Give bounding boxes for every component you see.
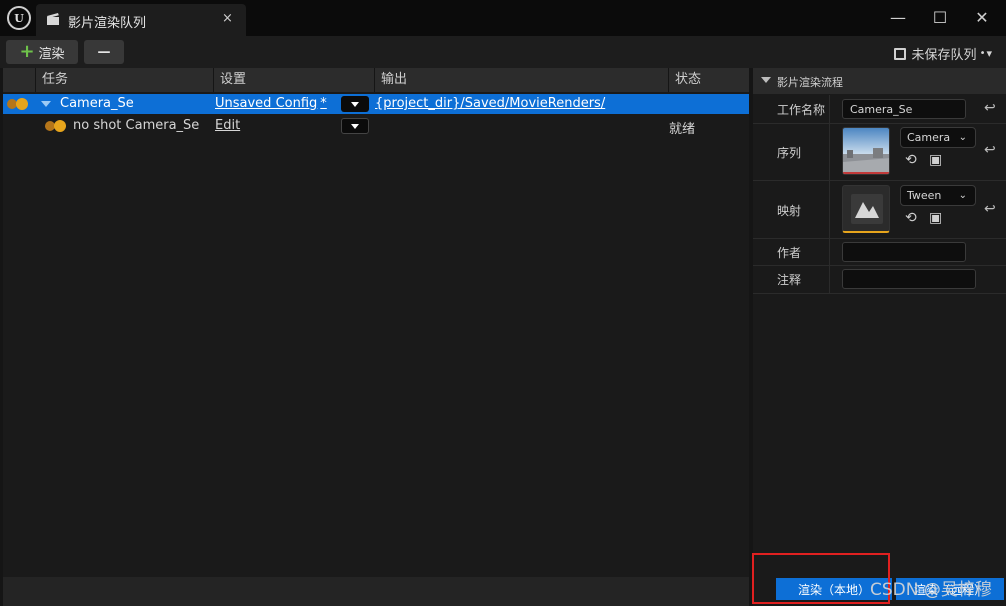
document-tab[interactable]: 影片渲染队列 × xyxy=(36,4,246,36)
close-tab-icon[interactable]: × xyxy=(222,11,233,26)
config-link[interactable]: Unsaved Config * xyxy=(215,96,327,111)
job-list-panel: 任务 设置 输出 状态 Camera_Se Unsaved Config * {p… xyxy=(3,68,749,577)
divider xyxy=(753,293,1006,294)
watermark: CSDN @吴梓穆 xyxy=(870,580,992,600)
sequence-picker[interactable]: Camera ⌄ xyxy=(900,127,976,148)
pipeline-title: 影片渲染流程 xyxy=(777,76,843,89)
toolbar: + 渲染 — 未保存队列 • ▾ xyxy=(0,36,1006,68)
author-field[interactable] xyxy=(842,242,966,262)
table-row-job[interactable]: Camera_Se Unsaved Config * {project_dir}/… xyxy=(3,94,749,114)
job-name-label: 工作名称 xyxy=(777,103,826,117)
search-asset-icon[interactable]: ▣ xyxy=(929,152,942,168)
pipeline-panel: 影片渲染流程 工作名称 Camera_Se ↩ 序列 Camera ⌄ ⟲ ▣ … xyxy=(753,68,1006,606)
add-render-button[interactable]: + 渲染 xyxy=(6,40,78,64)
reset-arrow-icon[interactable]: ↩ xyxy=(984,100,996,116)
column-header-job[interactable]: 任务 xyxy=(35,68,213,92)
remove-job-button[interactable]: — xyxy=(84,40,124,64)
job-name-field[interactable]: Camera_Se xyxy=(842,99,966,119)
plus-icon: + xyxy=(19,41,35,62)
unreal-logo-icon: U xyxy=(7,6,31,30)
shot-config-dropdown[interactable] xyxy=(341,118,369,134)
collapse-triangle-icon[interactable] xyxy=(41,101,51,107)
queue-status: 未保存队列 xyxy=(911,48,977,63)
close-window-button[interactable]: ✕ xyxy=(962,4,1002,30)
status-text: 就绪 xyxy=(669,122,696,137)
divider xyxy=(829,95,830,293)
output-path-link[interactable]: {project_dir}/Saved/MovieRenders/ xyxy=(375,96,605,111)
chevron-down-icon: ⌄ xyxy=(958,190,967,201)
mapping-label: 映射 xyxy=(777,204,802,218)
divider xyxy=(753,123,1006,124)
add-render-label: 渲染 xyxy=(38,46,65,62)
comment-label: 注释 xyxy=(777,273,802,287)
collapse-triangle-icon[interactable] xyxy=(761,77,771,83)
table-row-shot[interactable]: no shot Camera_Se Edit 就绪 xyxy=(3,116,749,137)
maximize-button[interactable]: ☐ xyxy=(920,4,960,30)
mapping-picker[interactable]: Tween ⌄ xyxy=(900,185,976,206)
enable-toggle[interactable] xyxy=(7,98,29,110)
level-preview-image xyxy=(843,128,889,174)
divider xyxy=(753,180,1006,181)
search-asset-icon[interactable]: ▣ xyxy=(929,210,942,226)
column-header-output[interactable]: 输出 xyxy=(374,68,668,92)
edit-link[interactable]: Edit xyxy=(215,118,240,133)
config-dropdown[interactable] xyxy=(341,96,369,112)
column-header-settings[interactable]: 设置 xyxy=(213,68,374,92)
column-header-status[interactable]: 状态 xyxy=(668,68,749,92)
chevron-down-icon: ⌄ xyxy=(958,132,967,143)
clapperboard-icon xyxy=(47,13,59,25)
author-label: 作者 xyxy=(777,246,802,260)
comment-field[interactable] xyxy=(842,269,976,289)
mapping-value: Tween xyxy=(907,189,942,202)
pipeline-header[interactable]: 影片渲染流程 xyxy=(753,68,1006,94)
sequence-label: 序列 xyxy=(777,146,802,160)
divider xyxy=(753,265,1006,266)
reset-arrow-icon[interactable]: ↩ xyxy=(984,142,996,158)
title-bar: U 影片渲染队列 × — ☐ ✕ xyxy=(0,0,1006,36)
chevron-down-icon xyxy=(351,101,359,107)
reset-arrow-icon[interactable]: ↩ xyxy=(984,201,996,217)
sequence-value: Camera xyxy=(907,131,951,144)
tab-title: 影片渲染队列 xyxy=(68,16,147,31)
job-list-footer xyxy=(3,577,749,606)
chevron-down-icon: ▾ xyxy=(986,47,992,60)
table-header: 任务 设置 输出 状态 xyxy=(3,68,749,92)
shot-name: no shot Camera_Se xyxy=(73,118,200,133)
browse-icon[interactable]: ⟲ xyxy=(905,210,917,226)
job-name: Camera_Se xyxy=(60,96,134,111)
mapping-thumbnail[interactable] xyxy=(842,185,890,233)
chevron-down-icon xyxy=(351,123,359,129)
save-icon xyxy=(893,47,906,60)
dirty-dot: • xyxy=(979,48,986,59)
enable-toggle[interactable] xyxy=(45,120,67,132)
divider xyxy=(753,238,1006,239)
sequence-thumbnail[interactable] xyxy=(842,127,890,175)
queue-menu[interactable]: 未保存队列 • ▾ xyxy=(893,44,992,63)
minimize-button[interactable]: — xyxy=(878,4,918,30)
graph-asset-icon xyxy=(851,194,883,224)
browse-icon[interactable]: ⟲ xyxy=(905,152,917,168)
